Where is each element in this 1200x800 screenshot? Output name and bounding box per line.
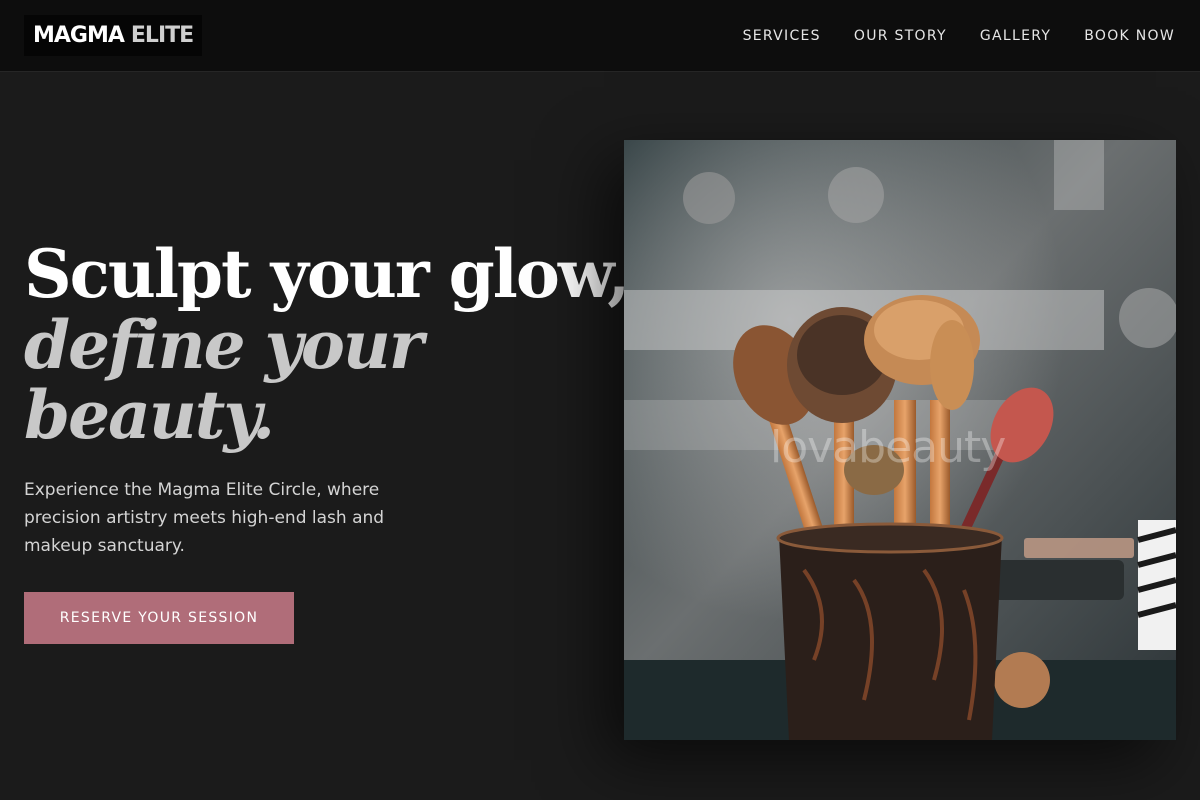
brand-name-secondary: ELITE <box>130 23 194 48</box>
reserve-session-button[interactable]: RESERVE YOUR SESSION <box>24 592 294 644</box>
hero-headline-line2: define your beauty. <box>24 306 424 454</box>
nav-links: SERVICES OUR STORY GALLERY BOOK NOW <box>710 0 1175 72</box>
nav-link-book-now[interactable]: BOOK NOW <box>1084 28 1175 44</box>
top-navigation: MAGMA ELITE SERVICES OUR STORY GALLERY B… <box>0 0 1200 72</box>
nav-link-our-story[interactable]: OUR STORY <box>854 28 947 44</box>
brand-name-primary: MAGMA <box>33 23 125 48</box>
brand-logo[interactable]: MAGMA ELITE <box>24 15 203 56</box>
nav-link-services[interactable]: SERVICES <box>743 28 821 44</box>
hero-description: Experience the Magma Elite Circle, where… <box>24 480 385 556</box>
makeup-brushes-illustration <box>624 140 1176 740</box>
hero-headline: Sculpt your glow, define your beauty. <box>24 235 630 454</box>
hero-headline-line1: Sculpt your glow, <box>24 235 630 313</box>
nav-link-gallery[interactable]: GALLERY <box>980 28 1051 44</box>
makeup-brushes-image: lovabeauty <box>624 140 1176 740</box>
